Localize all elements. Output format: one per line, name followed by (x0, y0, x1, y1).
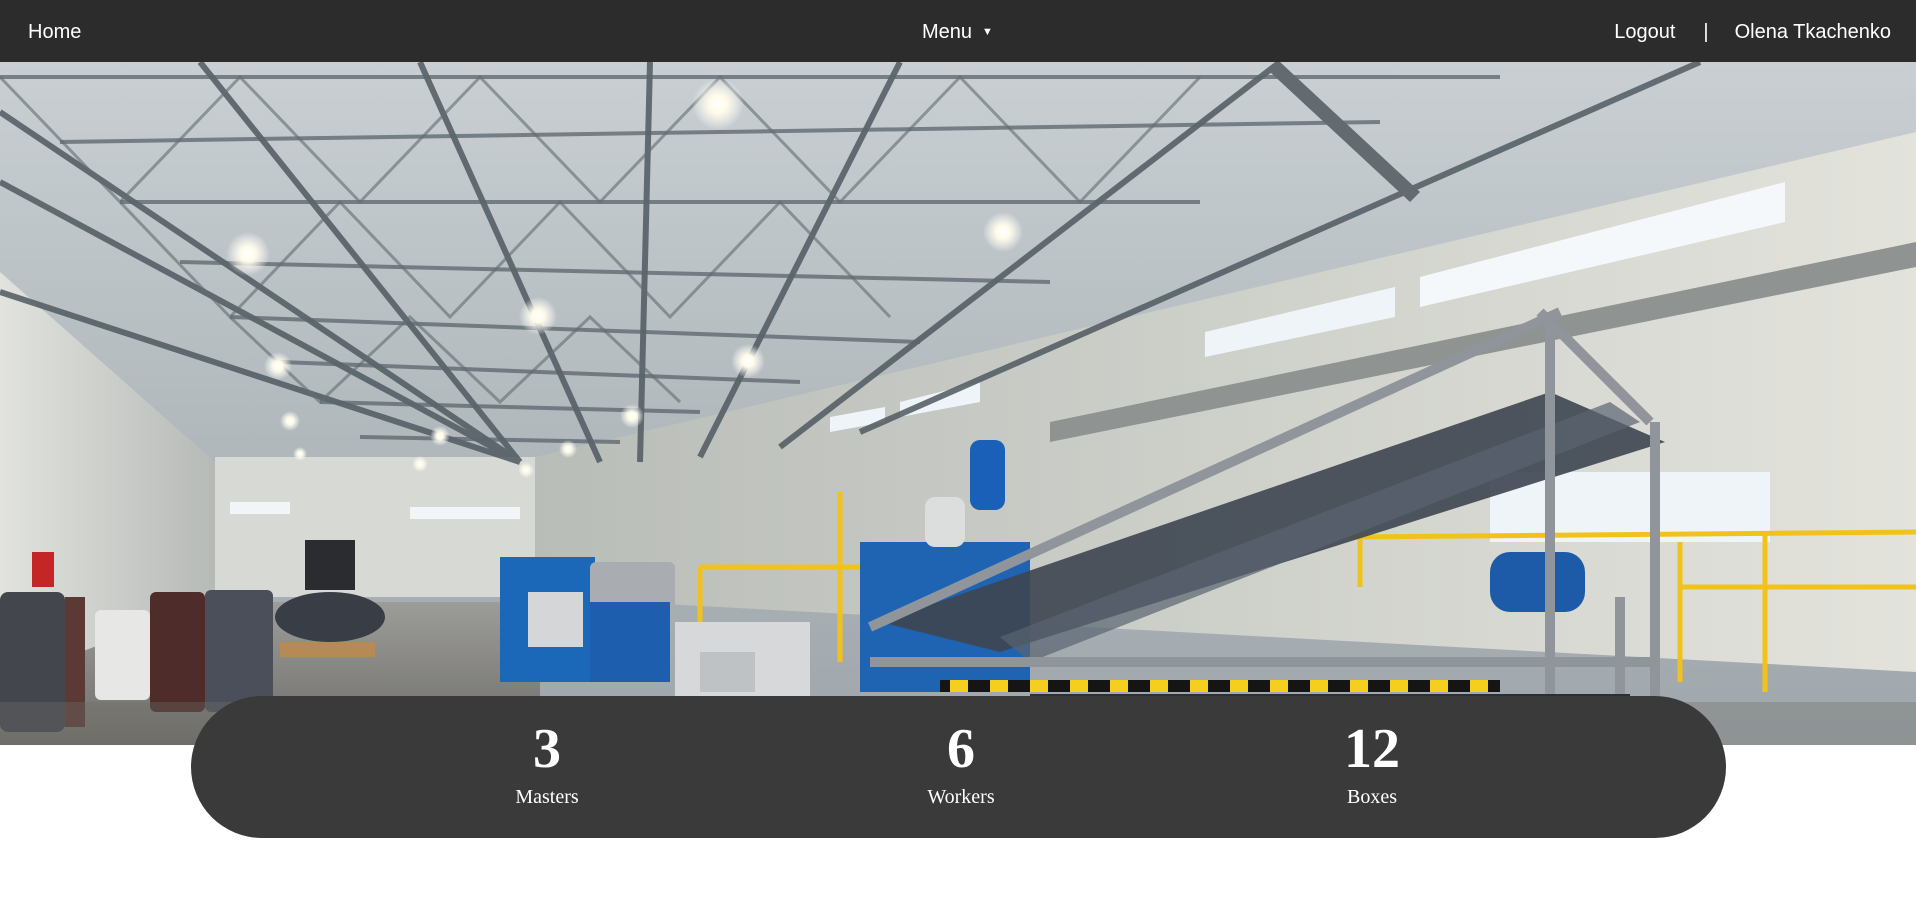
menu-label: Menu (922, 21, 973, 43)
stat-workers-value: 6 (947, 718, 975, 780)
nav-separator: | (1703, 21, 1709, 43)
logout-link[interactable]: Logout (1614, 20, 1675, 44)
stat-masters: 3 Masters (447, 718, 647, 810)
stat-workers: 6 Workers (861, 718, 1061, 810)
stat-boxes: 12 Boxes (1272, 718, 1472, 810)
top-navbar: Home Menu ▼ Logout | Olena Tkachenko (0, 0, 1916, 62)
stat-workers-label: Workers (927, 786, 995, 808)
hero-factory-image (0, 62, 1916, 745)
stat-boxes-label: Boxes (1347, 786, 1397, 808)
nav-user-area: Logout | Olena Tkachenko (1614, 20, 1891, 44)
stat-masters-label: Masters (515, 786, 579, 808)
stat-boxes-value: 12 (1344, 718, 1400, 780)
user-name-link[interactable]: Olena Tkachenko (1735, 20, 1891, 44)
stats-summary-bar: 3 Masters 6 Workers 12 Boxes (191, 696, 1726, 838)
menu-dropdown[interactable]: Menu ▼ (922, 20, 993, 44)
caret-down-icon: ▼ (982, 26, 993, 38)
stat-masters-value: 3 (533, 718, 561, 780)
home-link[interactable]: Home (28, 20, 81, 44)
